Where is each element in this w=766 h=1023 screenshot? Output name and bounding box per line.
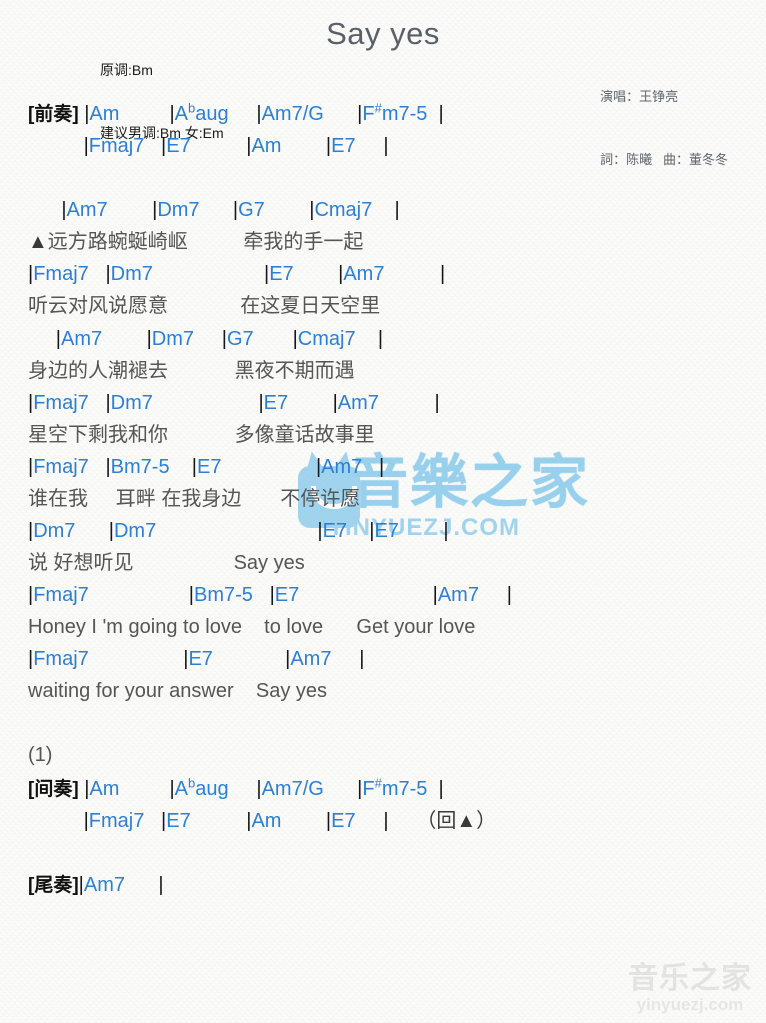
chord-line: |Am7 |Dm7 |G7 |Cmaj7 | [55, 328, 384, 350]
section-label: [尾奏] [28, 875, 79, 896]
bar-line: | [78, 874, 84, 896]
bar-line: | [506, 584, 512, 606]
bar-line: | [84, 103, 90, 125]
bar-line: | [105, 263, 111, 285]
bar-line: | [61, 199, 67, 221]
bar-line: | [256, 103, 262, 125]
original-key: 原调:Bm [100, 62, 153, 78]
bar-line: | [169, 778, 175, 800]
bar-line: | [264, 263, 270, 285]
bar-line: | [146, 328, 152, 350]
bar-line: | [169, 103, 175, 125]
bar-line: | [438, 778, 444, 800]
accidental-sharp-icon: # [374, 100, 382, 116]
bar-line: | [383, 810, 389, 832]
accidental-flat-icon: b [187, 775, 196, 791]
bar-line: | [269, 584, 275, 606]
bar-line: | [325, 810, 332, 832]
bar-line: | [161, 135, 167, 157]
bar-line: | [28, 392, 34, 414]
lyric-line: (1) [28, 744, 53, 766]
bar-line: | [309, 199, 315, 221]
section-label: [前奏] [28, 104, 79, 125]
bar-line: | [28, 456, 34, 478]
bar-line: | [369, 520, 375, 542]
bar-line: | [285, 648, 291, 670]
bar-line: | [161, 810, 167, 832]
bar-line: | [55, 328, 61, 350]
bar-line: | [83, 810, 89, 832]
bar-line: | [256, 778, 262, 800]
bar-line: | [221, 328, 227, 350]
accidental-sharp-icon: # [374, 775, 382, 791]
lyric-line: 说 好想听见 Say yes [28, 552, 305, 574]
bar-line: | [317, 520, 323, 542]
bar-line: | [183, 648, 189, 670]
bar-line: | [357, 103, 363, 125]
chord-line: [前奏] |Am |Abaug |Am7/G |F#m7-5 | [28, 100, 444, 125]
bar-line: | [434, 392, 440, 414]
bar-line: | [378, 456, 385, 478]
bar-line: | [105, 392, 111, 414]
bar-line: | [246, 135, 252, 157]
bar-line: | [28, 263, 34, 285]
bar-line: | [377, 328, 384, 350]
bar-line: | [152, 199, 158, 221]
bar-line: | [440, 263, 446, 285]
accidental-flat-icon: b [187, 100, 196, 116]
bar-line: | [357, 778, 363, 800]
chord-line: [间奏] |Am |Abaug |Am7/G |F#m7-5 | [28, 775, 444, 800]
bar-line: | [325, 135, 332, 157]
bar-line: | [315, 456, 322, 478]
lyric-line: 谁在我 耳畔 在我身边 不停许愿 [28, 488, 361, 510]
chord-line: |Am7 |Dm7 |G7 |Cmaj7 | [61, 199, 400, 221]
bar-line: | [28, 520, 34, 542]
bar-line: | [292, 328, 298, 350]
chord-line: |Fmaj7 |Dm7 |E7 |Am7 | [28, 392, 440, 414]
writer-credit: 詞：陈曦 曲：董冬冬 [600, 152, 728, 167]
bar-line: | [359, 648, 365, 670]
chord-line: |Fmaj7 |E7 |Am |E7 | （回▲） [83, 810, 497, 832]
bar-line: | [332, 392, 338, 414]
bar-line: | [383, 135, 389, 157]
singer-credit: 演唱：王铮亮 [600, 89, 679, 104]
chord-line: |Fmaj7 |Bm7-5 |E7 |Am7 | [28, 456, 385, 478]
bar-line: | [438, 103, 444, 125]
bar-line: | [246, 810, 252, 832]
repeat-marker: 回 [436, 810, 457, 832]
chord-line: |Dm7 |Dm7 |E7 |E7 | [28, 520, 449, 542]
lyric-line: waiting for your answer Say yes [28, 680, 328, 702]
credits-block: 演唱：王铮亮 詞：陈曦 曲：董冬冬 [600, 44, 728, 212]
bar-line: | [338, 263, 344, 285]
bar-line: | [108, 520, 114, 542]
bar-line: | [105, 456, 111, 478]
lyric-line: 身边的人潮褪去 黑夜不期而遇 [28, 360, 355, 382]
bar-line: | [28, 648, 34, 670]
bar-line: | [84, 778, 90, 800]
chord-line: |Fmaj7 |Dm7 |E7 |Am7 | [28, 263, 446, 285]
section-label: [间奏] [28, 779, 79, 800]
repeat-marker: ） [476, 810, 497, 832]
lyric-line: 星空下剩我和你 多像童话故事里 [28, 424, 375, 446]
bar-line: | [443, 520, 449, 542]
bar-line: | [432, 584, 438, 606]
bar-line: | [158, 874, 164, 896]
verse-start-marker: ▲ [28, 231, 48, 253]
lyric-line: Honey I 'm going to love to love Get you… [28, 616, 476, 638]
bar-line: | [188, 584, 194, 606]
lyric-line: 听云对风说愿意 在这夏日天空里 [28, 295, 381, 317]
chord-line: |Fmaj7 |Bm7-5 |E7 |Am7 | [28, 584, 512, 606]
bar-line: | [191, 456, 197, 478]
chord-line: [尾奏]|Am7 | [28, 874, 164, 896]
lyric-line: ▲远方路蜿蜒崎岖 牵我的手一起 [28, 231, 364, 253]
bar-line: | [28, 584, 34, 606]
repeat-marker: （ [416, 810, 437, 832]
bar-line: | [83, 135, 89, 157]
chord-line: |Fmaj7 |E7 |Am |E7 | [83, 135, 389, 157]
bar-line: | [258, 392, 264, 414]
repeat-marker: ▲ [456, 810, 477, 832]
chord-line: |Fmaj7 |E7 |Am7 | [28, 648, 365, 670]
bar-line: | [232, 199, 239, 221]
bar-line: | [394, 199, 400, 221]
